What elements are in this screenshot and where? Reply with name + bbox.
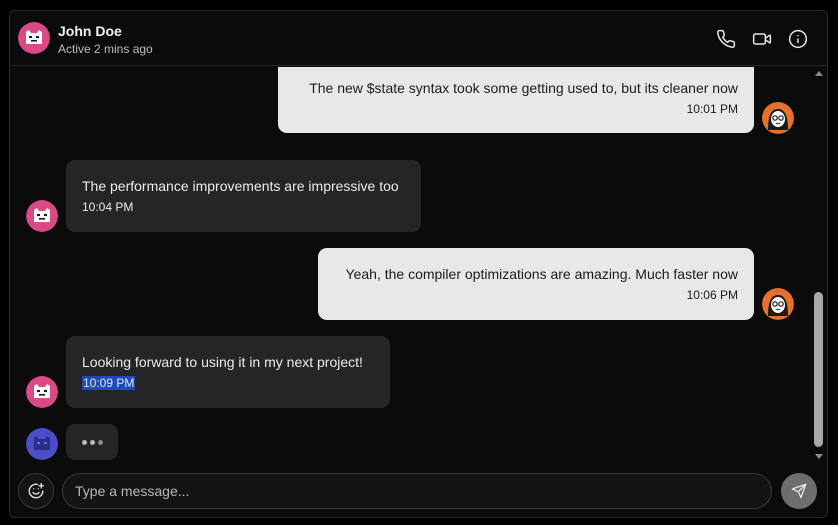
typing-dot: [98, 440, 103, 445]
contact-avatar[interactable]: [26, 376, 58, 408]
message-text: The new $state syntax took some getting …: [309, 80, 738, 96]
contact-avatar[interactable]: [18, 22, 50, 54]
chat-window: John Doe Active 2 mins ago The new $stat…: [9, 10, 828, 518]
message-list[interactable]: The new $state syntax took some getting …: [10, 67, 810, 463]
video-camera-icon[interactable]: [752, 29, 772, 49]
message-time: 10:09 PM: [82, 376, 136, 390]
robot-avatar-icon: [26, 376, 58, 408]
user-avatar[interactable]: [762, 288, 794, 320]
robot-avatar-blue-icon: [26, 428, 58, 460]
phone-icon[interactable]: [716, 29, 736, 49]
emoji-add-icon: [28, 482, 45, 499]
message-input-wrapper[interactable]: [62, 473, 772, 509]
user-avatar-icon: [762, 102, 794, 134]
user-avatar-icon: [762, 288, 794, 320]
contact-status: Active 2 mins ago: [58, 42, 153, 56]
robot-avatar-icon: [26, 200, 58, 232]
message-bubble-incoming[interactable]: The performance improvements are impress…: [66, 160, 421, 232]
emoji-button[interactable]: [18, 473, 54, 509]
typing-avatar[interactable]: [26, 428, 58, 460]
message-text: Yeah, the compiler optimizations are ama…: [345, 266, 738, 282]
send-button[interactable]: [781, 473, 817, 509]
robot-avatar-icon: [18, 22, 50, 54]
scroll-down-arrow-icon[interactable]: [815, 454, 823, 459]
message-time: 10:04 PM: [82, 200, 134, 214]
send-icon: [791, 483, 807, 499]
message-bubble-outgoing[interactable]: Yeah, the compiler optimizations are ama…: [318, 248, 754, 320]
info-icon[interactable]: [788, 29, 808, 49]
message-bubble-outgoing[interactable]: The new $state syntax took some getting …: [278, 67, 754, 133]
message-scrollbar[interactable]: [810, 67, 827, 463]
message-input[interactable]: [63, 474, 771, 508]
message-text: Looking forward to using it in my next p…: [82, 354, 363, 370]
typing-dot: [90, 440, 95, 445]
message-time: 10:01 PM: [686, 102, 738, 116]
message-text: The performance improvements are impress…: [82, 178, 399, 194]
scrollbar-thumb[interactable]: [814, 292, 823, 447]
user-avatar[interactable]: [762, 102, 794, 134]
typing-dot: [82, 440, 87, 445]
message-bubble-incoming[interactable]: Looking forward to using it in my next p…: [66, 336, 390, 408]
chat-header: John Doe Active 2 mins ago: [10, 11, 827, 66]
message-time: 10:06 PM: [686, 288, 738, 302]
scroll-up-arrow-icon[interactable]: [815, 71, 823, 76]
message-composer: [10, 463, 827, 517]
typing-indicator: [66, 424, 118, 460]
contact-name: John Doe: [58, 23, 122, 39]
contact-avatar[interactable]: [26, 200, 58, 232]
